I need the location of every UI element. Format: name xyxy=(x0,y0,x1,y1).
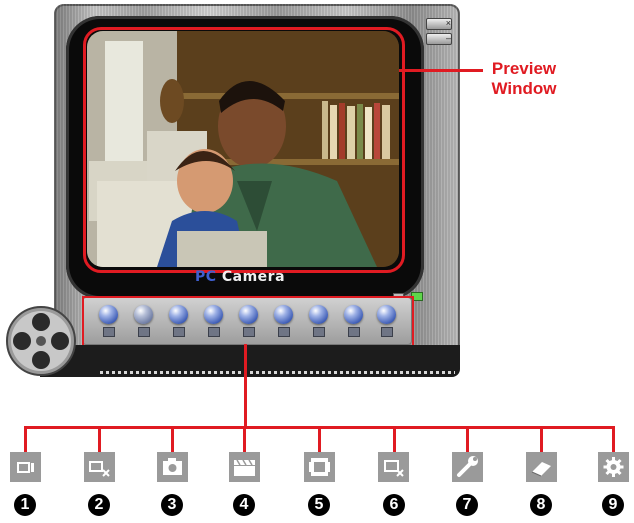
film-reel-icon xyxy=(5,305,77,377)
preview-window-highlight xyxy=(83,27,405,273)
number-badge-8: 8 xyxy=(530,494,552,516)
connector-drop-4 xyxy=(243,426,246,452)
legend-video-camera-icon xyxy=(10,452,41,482)
brand-camera: Camera xyxy=(221,269,286,285)
legend-snapshot-camera-icon xyxy=(157,452,188,482)
legend-video-camera-off-icon xyxy=(84,452,115,482)
connector-stem xyxy=(244,344,247,426)
control-panel-highlight xyxy=(82,296,414,348)
connector-drop-1 xyxy=(24,426,27,452)
number-badge-2: 2 xyxy=(88,494,110,516)
connector-drop-8 xyxy=(540,426,543,452)
legend-gear-icon xyxy=(598,452,629,482)
connector-drop-5 xyxy=(318,426,321,452)
pc-camera-logo: PC Camera xyxy=(180,269,300,285)
preview-window-callout: Preview Window xyxy=(464,59,584,99)
number-badge-7: 7 xyxy=(456,494,478,516)
number-badge-4: 4 xyxy=(233,494,255,516)
minimize-button[interactable]: – xyxy=(426,33,452,45)
callout-line2: Window xyxy=(491,79,557,98)
close-button[interactable]: × xyxy=(426,18,452,30)
minimize-icon: – xyxy=(445,33,451,43)
legend-screen-close-icon xyxy=(378,452,409,482)
legend-wrench-icon xyxy=(452,452,483,482)
legend-clapperboard-icon xyxy=(229,452,260,482)
connector-drop-2 xyxy=(98,426,101,452)
connector-drop-7 xyxy=(466,426,469,452)
connector-drop-6 xyxy=(393,426,396,452)
callout-line1: Preview xyxy=(491,59,557,78)
connector-drop-9 xyxy=(612,426,615,452)
number-badge-6: 6 xyxy=(383,494,405,516)
number-badge-9: 9 xyxy=(602,494,624,516)
film-perforations xyxy=(100,371,455,374)
number-badge-3: 3 xyxy=(161,494,183,516)
close-icon: × xyxy=(445,18,451,28)
legend-eraser-icon xyxy=(526,452,557,482)
connector-drop-3 xyxy=(171,426,174,452)
legend-video-frame-icon xyxy=(304,452,335,482)
number-badge-1: 1 xyxy=(14,494,36,516)
number-badge-5: 5 xyxy=(308,494,330,516)
brand-pc: PC xyxy=(194,269,217,285)
